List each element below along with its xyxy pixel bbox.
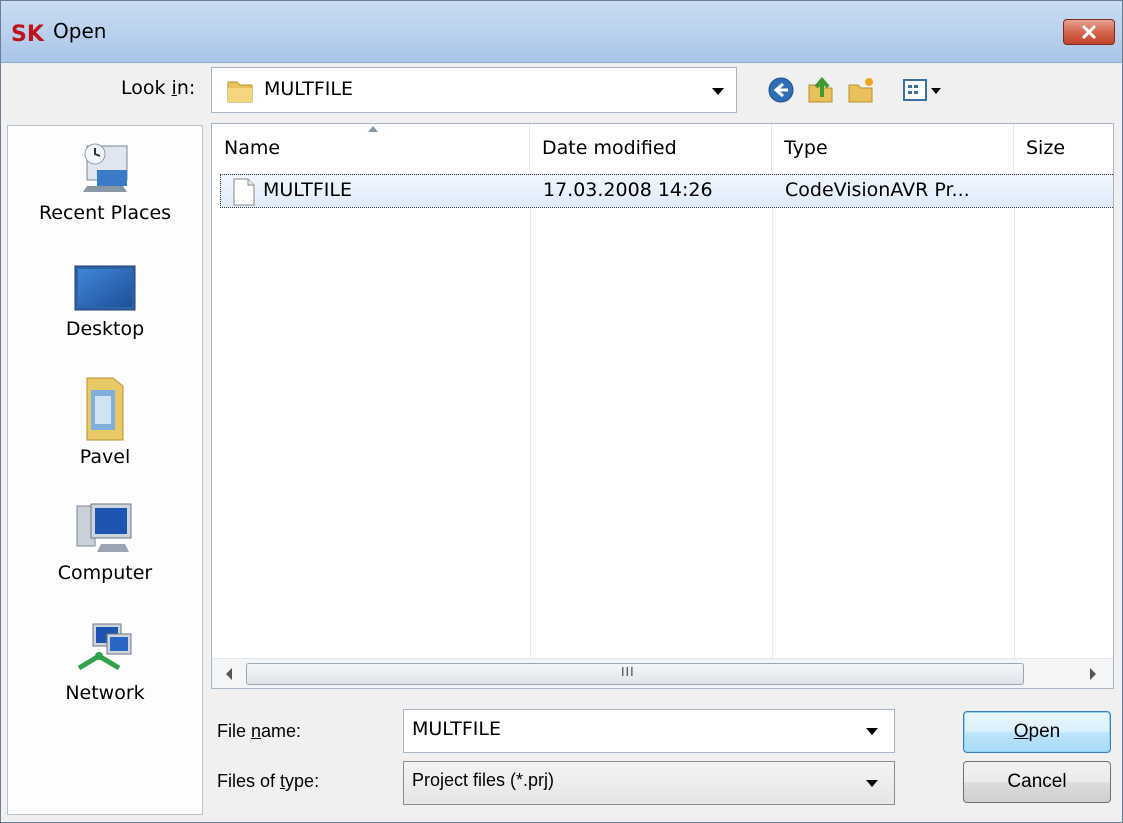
view-menu-icon[interactable] <box>901 75 947 105</box>
place-desktop[interactable]: Desktop <box>8 262 202 340</box>
filename-label: File name: <box>217 721 302 741</box>
chevron-down-icon <box>866 780 878 787</box>
place-label: Computer <box>57 562 153 584</box>
place-network[interactable]: Network <box>8 620 202 704</box>
computer-icon <box>76 503 132 552</box>
place-computer[interactable]: Computer <box>8 500 202 584</box>
back-icon[interactable] <box>766 75 796 105</box>
file-name: MULTFILE <box>263 179 352 201</box>
lookin-value: MULTFILE <box>264 78 353 100</box>
network-icon <box>77 623 132 671</box>
place-label: Network <box>65 682 145 704</box>
place-label: Recent Places <box>38 202 172 224</box>
filetype-value: Project files (*.prj) <box>412 770 555 790</box>
file-date-modified: 17.03.2008 14:26 <box>543 179 713 201</box>
scroll-left-icon[interactable] <box>226 668 232 680</box>
scrollbar-thumb[interactable]: III <box>246 663 1024 685</box>
place-pavel[interactable]: Pavel <box>8 376 202 468</box>
column-divider <box>530 170 531 658</box>
file-list[interactable]: Name Date modified Type Size MULTFILE 17… <box>211 123 1114 689</box>
folder-icon <box>227 81 253 103</box>
column-divider <box>772 170 773 658</box>
app-icon: SK <box>11 22 45 45</box>
file-type: CodeVisionAVR Pr... <box>785 179 970 201</box>
desktop-icon <box>74 265 136 311</box>
scroll-right-icon[interactable] <box>1090 668 1096 680</box>
place-label: Pavel <box>79 446 131 468</box>
scrollbar-grip: III <box>621 665 635 679</box>
window-title: Open <box>53 19 107 43</box>
column-header-type[interactable]: Type <box>772 124 1014 170</box>
places-bar: Recent Places Desktop Pavel Computer Net… <box>7 125 203 815</box>
filetype-dropdown[interactable]: Project files (*.prj) <box>403 761 895 805</box>
filename-combobox[interactable]: MULTFILE <box>403 709 895 753</box>
new-folder-icon[interactable] <box>846 75 876 105</box>
up-folder-icon[interactable] <box>806 75 836 105</box>
file-icon <box>233 178 255 206</box>
open-button-label: Open <box>1013 721 1061 742</box>
column-header-size[interactable]: Size <box>1014 124 1113 170</box>
place-recent-places[interactable]: Recent Places <box>8 140 202 224</box>
place-label: Desktop <box>65 318 145 340</box>
sort-ascending-icon <box>368 126 378 132</box>
column-header-name[interactable]: Name <box>212 124 530 170</box>
column-divider <box>1014 170 1015 658</box>
file-row[interactable]: MULTFILE 17.03.2008 14:26 CodeVisionAVR … <box>220 174 1113 208</box>
open-dialog: SK Open Look in: MULTFILE Recent Places … <box>0 0 1123 823</box>
close-icon <box>1081 25 1097 39</box>
lookin-dropdown[interactable]: MULTFILE <box>211 67 737 113</box>
cancel-button[interactable]: Cancel <box>963 761 1111 803</box>
column-header-date-modified[interactable]: Date modified <box>530 124 772 170</box>
filetype-label: Files of type: <box>217 771 320 791</box>
lookin-label: Look in: <box>121 77 196 99</box>
chevron-down-icon[interactable] <box>866 728 878 735</box>
recent-places-icon <box>83 143 128 192</box>
horizontal-scrollbar[interactable]: III <box>212 658 1113 688</box>
chevron-down-icon <box>712 88 724 95</box>
title-bar[interactable]: SK Open <box>1 1 1122 63</box>
close-button[interactable] <box>1063 19 1115 45</box>
filename-input[interactable]: MULTFILE <box>412 718 501 740</box>
user-folder-icon <box>86 377 124 441</box>
svg-text:SK: SK <box>11 22 45 45</box>
open-button[interactable]: Open <box>963 711 1111 753</box>
